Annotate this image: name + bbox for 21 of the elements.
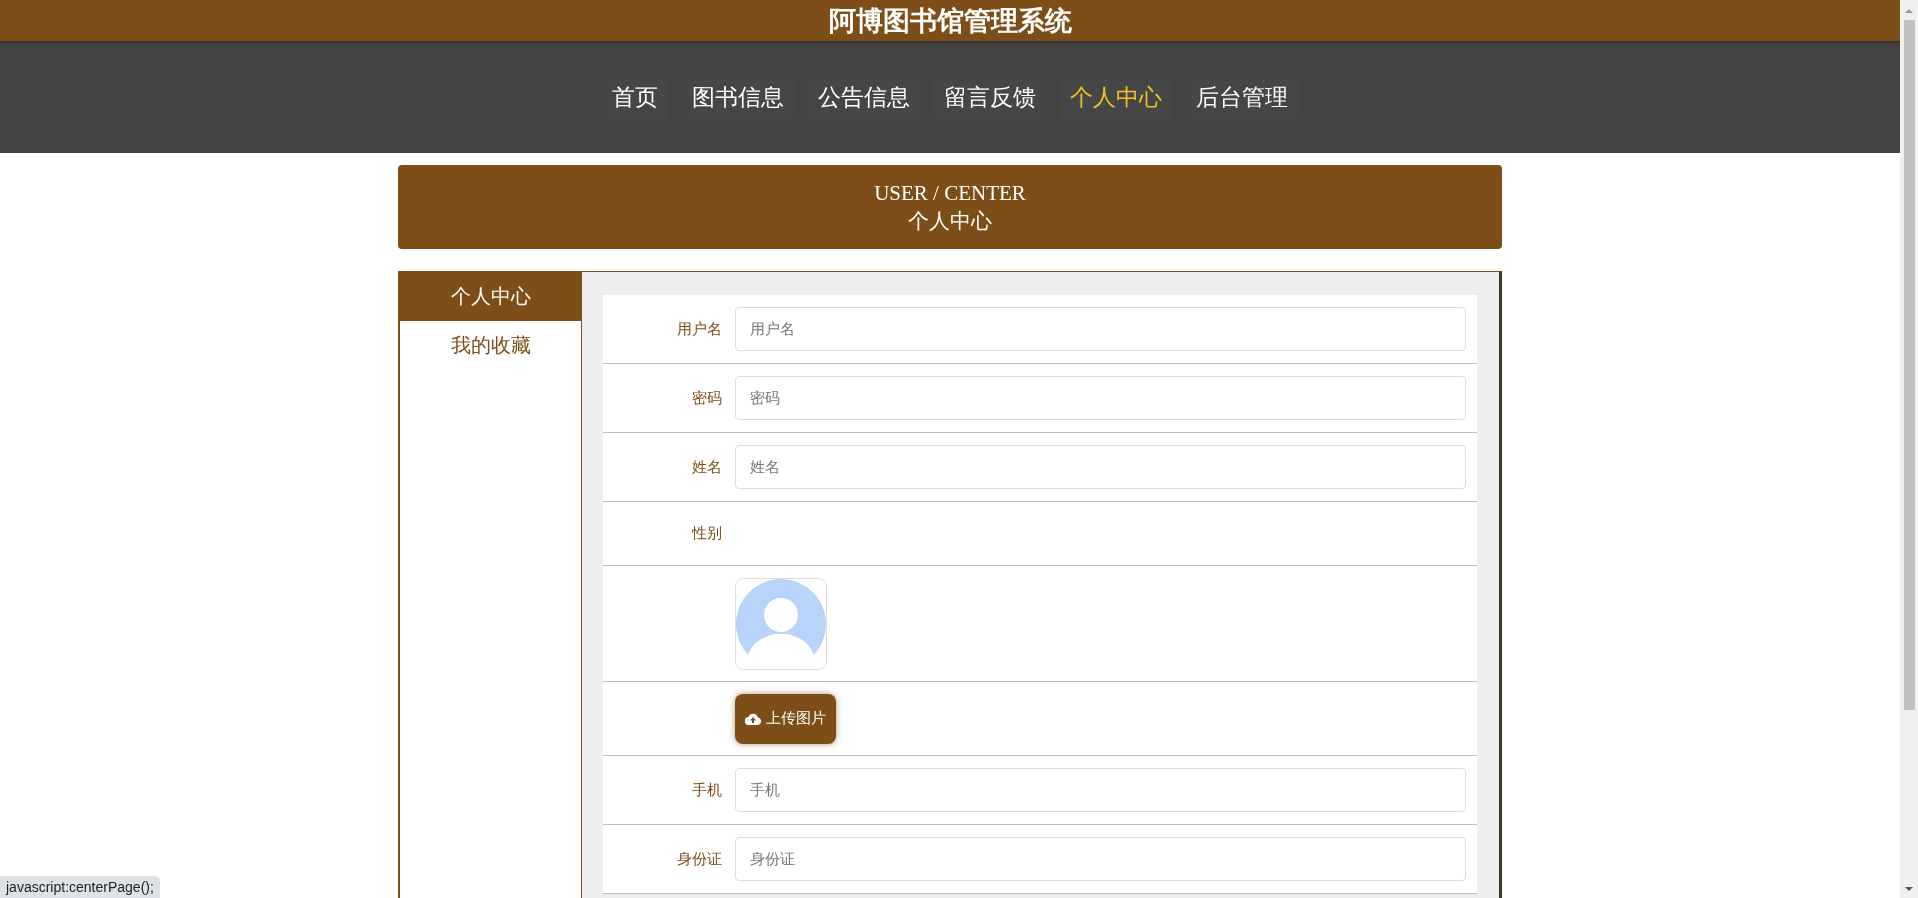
text-input-field[interactable]: 姓名 bbox=[735, 445, 1466, 489]
field-label: 密码 bbox=[691, 388, 723, 408]
status-bar-url: javascript:centerPage(); bbox=[0, 876, 160, 898]
cloud-upload-icon bbox=[745, 712, 761, 725]
field-label: 性别 bbox=[690, 524, 723, 543]
site-title: 阿博图书馆管理系统 bbox=[828, 4, 1072, 38]
scroll-up-icon[interactable] bbox=[1904, 6, 1914, 16]
banner-title: 个人中心 bbox=[908, 208, 992, 235]
scrollbar-thumb[interactable] bbox=[1903, 20, 1915, 710]
upload-image-button[interactable]: 上传图片 bbox=[735, 693, 836, 744]
text-input-field[interactable]: 手机 bbox=[735, 768, 1466, 812]
field-label: 姓名 bbox=[691, 457, 723, 477]
banner-subtitle: USER / CENTER bbox=[874, 180, 1026, 207]
field-label: 用户名 bbox=[676, 319, 723, 339]
field-label: 身份证 bbox=[676, 849, 723, 869]
scroll-down-icon[interactable] bbox=[1904, 884, 1914, 894]
text-input-field[interactable]: 密码 bbox=[735, 376, 1466, 420]
text-input-field[interactable]: 身份证 bbox=[735, 837, 1466, 881]
sidebar-item[interactable]: 个人中心 bbox=[400, 272, 581, 321]
field-label: 手机 bbox=[691, 780, 723, 800]
text-input-field[interactable]: 用户名 bbox=[735, 307, 1466, 351]
